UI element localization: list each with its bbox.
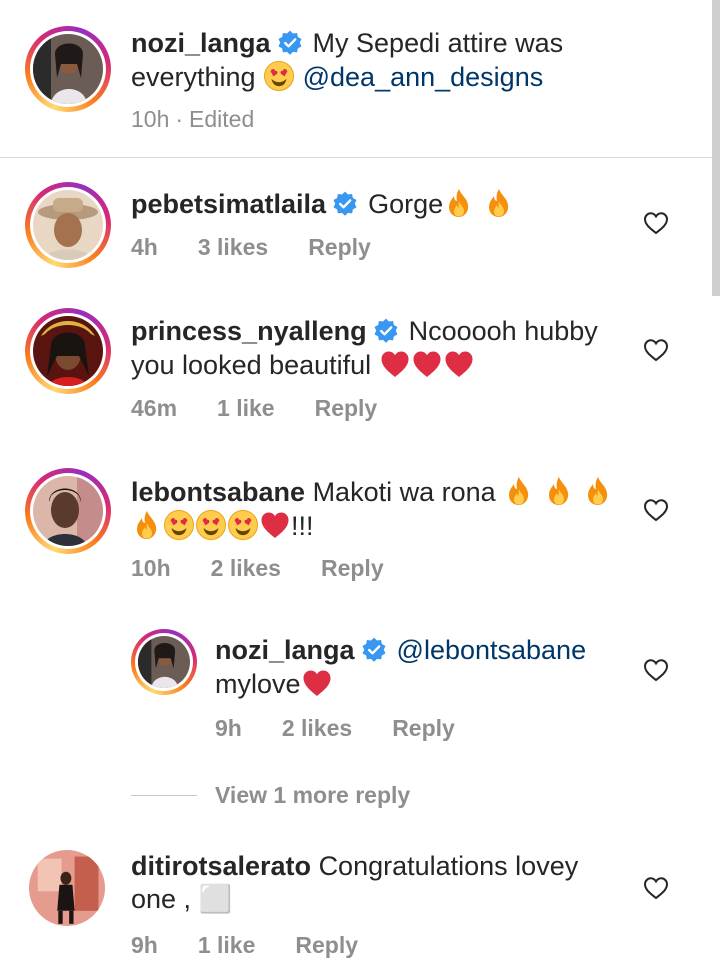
comment-body-end: !!! bbox=[291, 511, 314, 541]
reply-body: mylove bbox=[215, 669, 301, 699]
heart-eyes-emoji bbox=[227, 509, 259, 541]
reply-button[interactable]: Reply bbox=[392, 715, 455, 742]
heart-eyes-emoji bbox=[163, 509, 195, 541]
view-more-replies[interactable]: View 1 more reply bbox=[131, 782, 410, 809]
fire-emoji bbox=[543, 475, 575, 507]
fire-emoji bbox=[443, 187, 475, 219]
caption-text: nozi_langa My Sepedi attire was everythin… bbox=[131, 27, 651, 94]
post-caption: nozi_langa My Sepedi attire was everythin… bbox=[0, 0, 712, 158]
scrollbar[interactable] bbox=[712, 0, 720, 296]
comment-body-line1: Congratulations lovey bbox=[318, 851, 579, 881]
comment-meta: 9h 1 like Reply bbox=[131, 932, 398, 958]
avatar-ring[interactable] bbox=[25, 182, 111, 268]
view-more-replies-label[interactable]: View 1 more reply bbox=[215, 782, 410, 809]
comment-username[interactable]: pebetsimatlaila bbox=[131, 189, 326, 219]
comment-time: 9h bbox=[131, 932, 158, 958]
avatar bbox=[33, 190, 103, 260]
red-heart-emoji bbox=[411, 348, 443, 380]
avatar-ring[interactable] bbox=[25, 468, 111, 554]
comment-time: 10h bbox=[131, 555, 171, 581]
caption-time: 10h bbox=[131, 106, 170, 132]
reply-button[interactable]: Reply bbox=[308, 234, 371, 261]
fire-emoji bbox=[582, 475, 614, 507]
red-heart-emoji bbox=[379, 348, 411, 380]
comment-meta: 46m 1 like Reply bbox=[131, 395, 417, 422]
heart-outline-icon[interactable] bbox=[643, 658, 669, 682]
reply-item: nozi_langa @lebontsabane mylove 9h 2 likes… bbox=[0, 620, 712, 750]
comment-item: pebetsimatlaila Gorge 4h 3 likes Reply bbox=[0, 170, 712, 280]
comment-text: lebontsabane Makoti wa rona !!! bbox=[131, 475, 651, 543]
comment-body: Gorge bbox=[368, 189, 444, 219]
comment-username[interactable]: princess_nyalleng bbox=[131, 316, 367, 346]
red-heart-emoji bbox=[301, 667, 333, 699]
comment-body: Makoti wa rona bbox=[312, 477, 496, 507]
avatar-ring[interactable] bbox=[131, 629, 197, 695]
comment-item: princess_nyalleng Ncooooh hubby you looked… bbox=[0, 300, 712, 430]
comment-likes[interactable]: 1 like bbox=[217, 395, 275, 422]
comment-time: 46m bbox=[131, 395, 178, 421]
verified-badge-icon bbox=[332, 191, 358, 217]
comment-username[interactable]: lebontsabane bbox=[131, 477, 305, 507]
heart-outline-icon[interactable] bbox=[643, 498, 669, 522]
verified-badge-icon bbox=[277, 30, 303, 56]
verified-badge-icon bbox=[373, 318, 399, 344]
reply-button[interactable]: Reply bbox=[315, 395, 378, 422]
avatar-ring[interactable] bbox=[25, 308, 111, 394]
fire-emoji bbox=[503, 475, 535, 507]
reply-username[interactable]: nozi_langa bbox=[215, 635, 355, 665]
reply-button[interactable]: Reply bbox=[295, 932, 358, 958]
reply-button[interactable]: Reply bbox=[321, 555, 384, 582]
reply-meta: 9h 2 likes Reply bbox=[215, 715, 495, 742]
caption-username[interactable]: nozi_langa bbox=[131, 28, 271, 58]
comment-time: 4h bbox=[131, 234, 158, 260]
caption-mention[interactable]: @dea_ann_designs bbox=[303, 62, 544, 92]
reply-mention[interactable]: @lebontsabane bbox=[397, 635, 587, 665]
heart-eyes-emoji bbox=[263, 60, 295, 92]
comment-body-line2: one , ⬜ bbox=[131, 884, 233, 914]
comment-meta: 10h 2 likes Reply bbox=[131, 555, 424, 582]
comment-text: princess_nyalleng Ncooooh hubby you looked… bbox=[131, 315, 651, 382]
comment-body-line2: you looked beautiful bbox=[131, 350, 372, 380]
comment-item: lebontsabane Makoti wa rona !!! 10h 2 li… bbox=[0, 460, 712, 590]
comment-username[interactable]: ditirotsalerato bbox=[131, 851, 311, 881]
caption-separator: · bbox=[175, 106, 184, 132]
divider bbox=[131, 794, 197, 797]
reply-likes[interactable]: 2 likes bbox=[282, 715, 352, 742]
fire-emoji bbox=[483, 187, 515, 219]
heart-outline-icon[interactable] bbox=[643, 876, 669, 900]
comment-likes[interactable]: 3 likes bbox=[198, 234, 268, 261]
caption-edited[interactable]: Edited bbox=[189, 106, 254, 133]
avatar bbox=[138, 636, 190, 688]
avatar bbox=[29, 850, 105, 926]
caption-meta: 10h · Edited bbox=[131, 106, 254, 133]
avatar bbox=[33, 476, 103, 546]
heart-eyes-emoji bbox=[195, 509, 227, 541]
verified-badge-icon bbox=[361, 637, 387, 663]
avatar bbox=[33, 316, 103, 386]
comment-meta: 4h 3 likes Reply bbox=[131, 234, 411, 261]
comment-item: ditirotsalerato Congratulations lovey one… bbox=[0, 840, 712, 958]
fire-emoji bbox=[131, 509, 163, 541]
reply-text: nozi_langa @lebontsabane mylove bbox=[215, 634, 635, 701]
reply-time: 9h bbox=[215, 715, 242, 741]
comment-likes[interactable]: 1 like bbox=[198, 932, 256, 958]
heart-outline-icon[interactable] bbox=[643, 338, 669, 362]
heart-outline-icon[interactable] bbox=[643, 211, 669, 235]
red-heart-emoji bbox=[443, 348, 475, 380]
avatar bbox=[33, 34, 103, 104]
avatar-ring[interactable] bbox=[29, 850, 105, 926]
avatar-ring[interactable] bbox=[25, 26, 111, 112]
comment-likes[interactable]: 2 likes bbox=[211, 555, 281, 582]
comment-body-line1: Ncooooh hubby bbox=[408, 316, 598, 346]
comment-text: pebetsimatlaila Gorge bbox=[131, 187, 515, 221]
comment-text: ditirotsalerato Congratulations lovey one… bbox=[131, 850, 651, 916]
red-heart-emoji bbox=[259, 509, 291, 541]
